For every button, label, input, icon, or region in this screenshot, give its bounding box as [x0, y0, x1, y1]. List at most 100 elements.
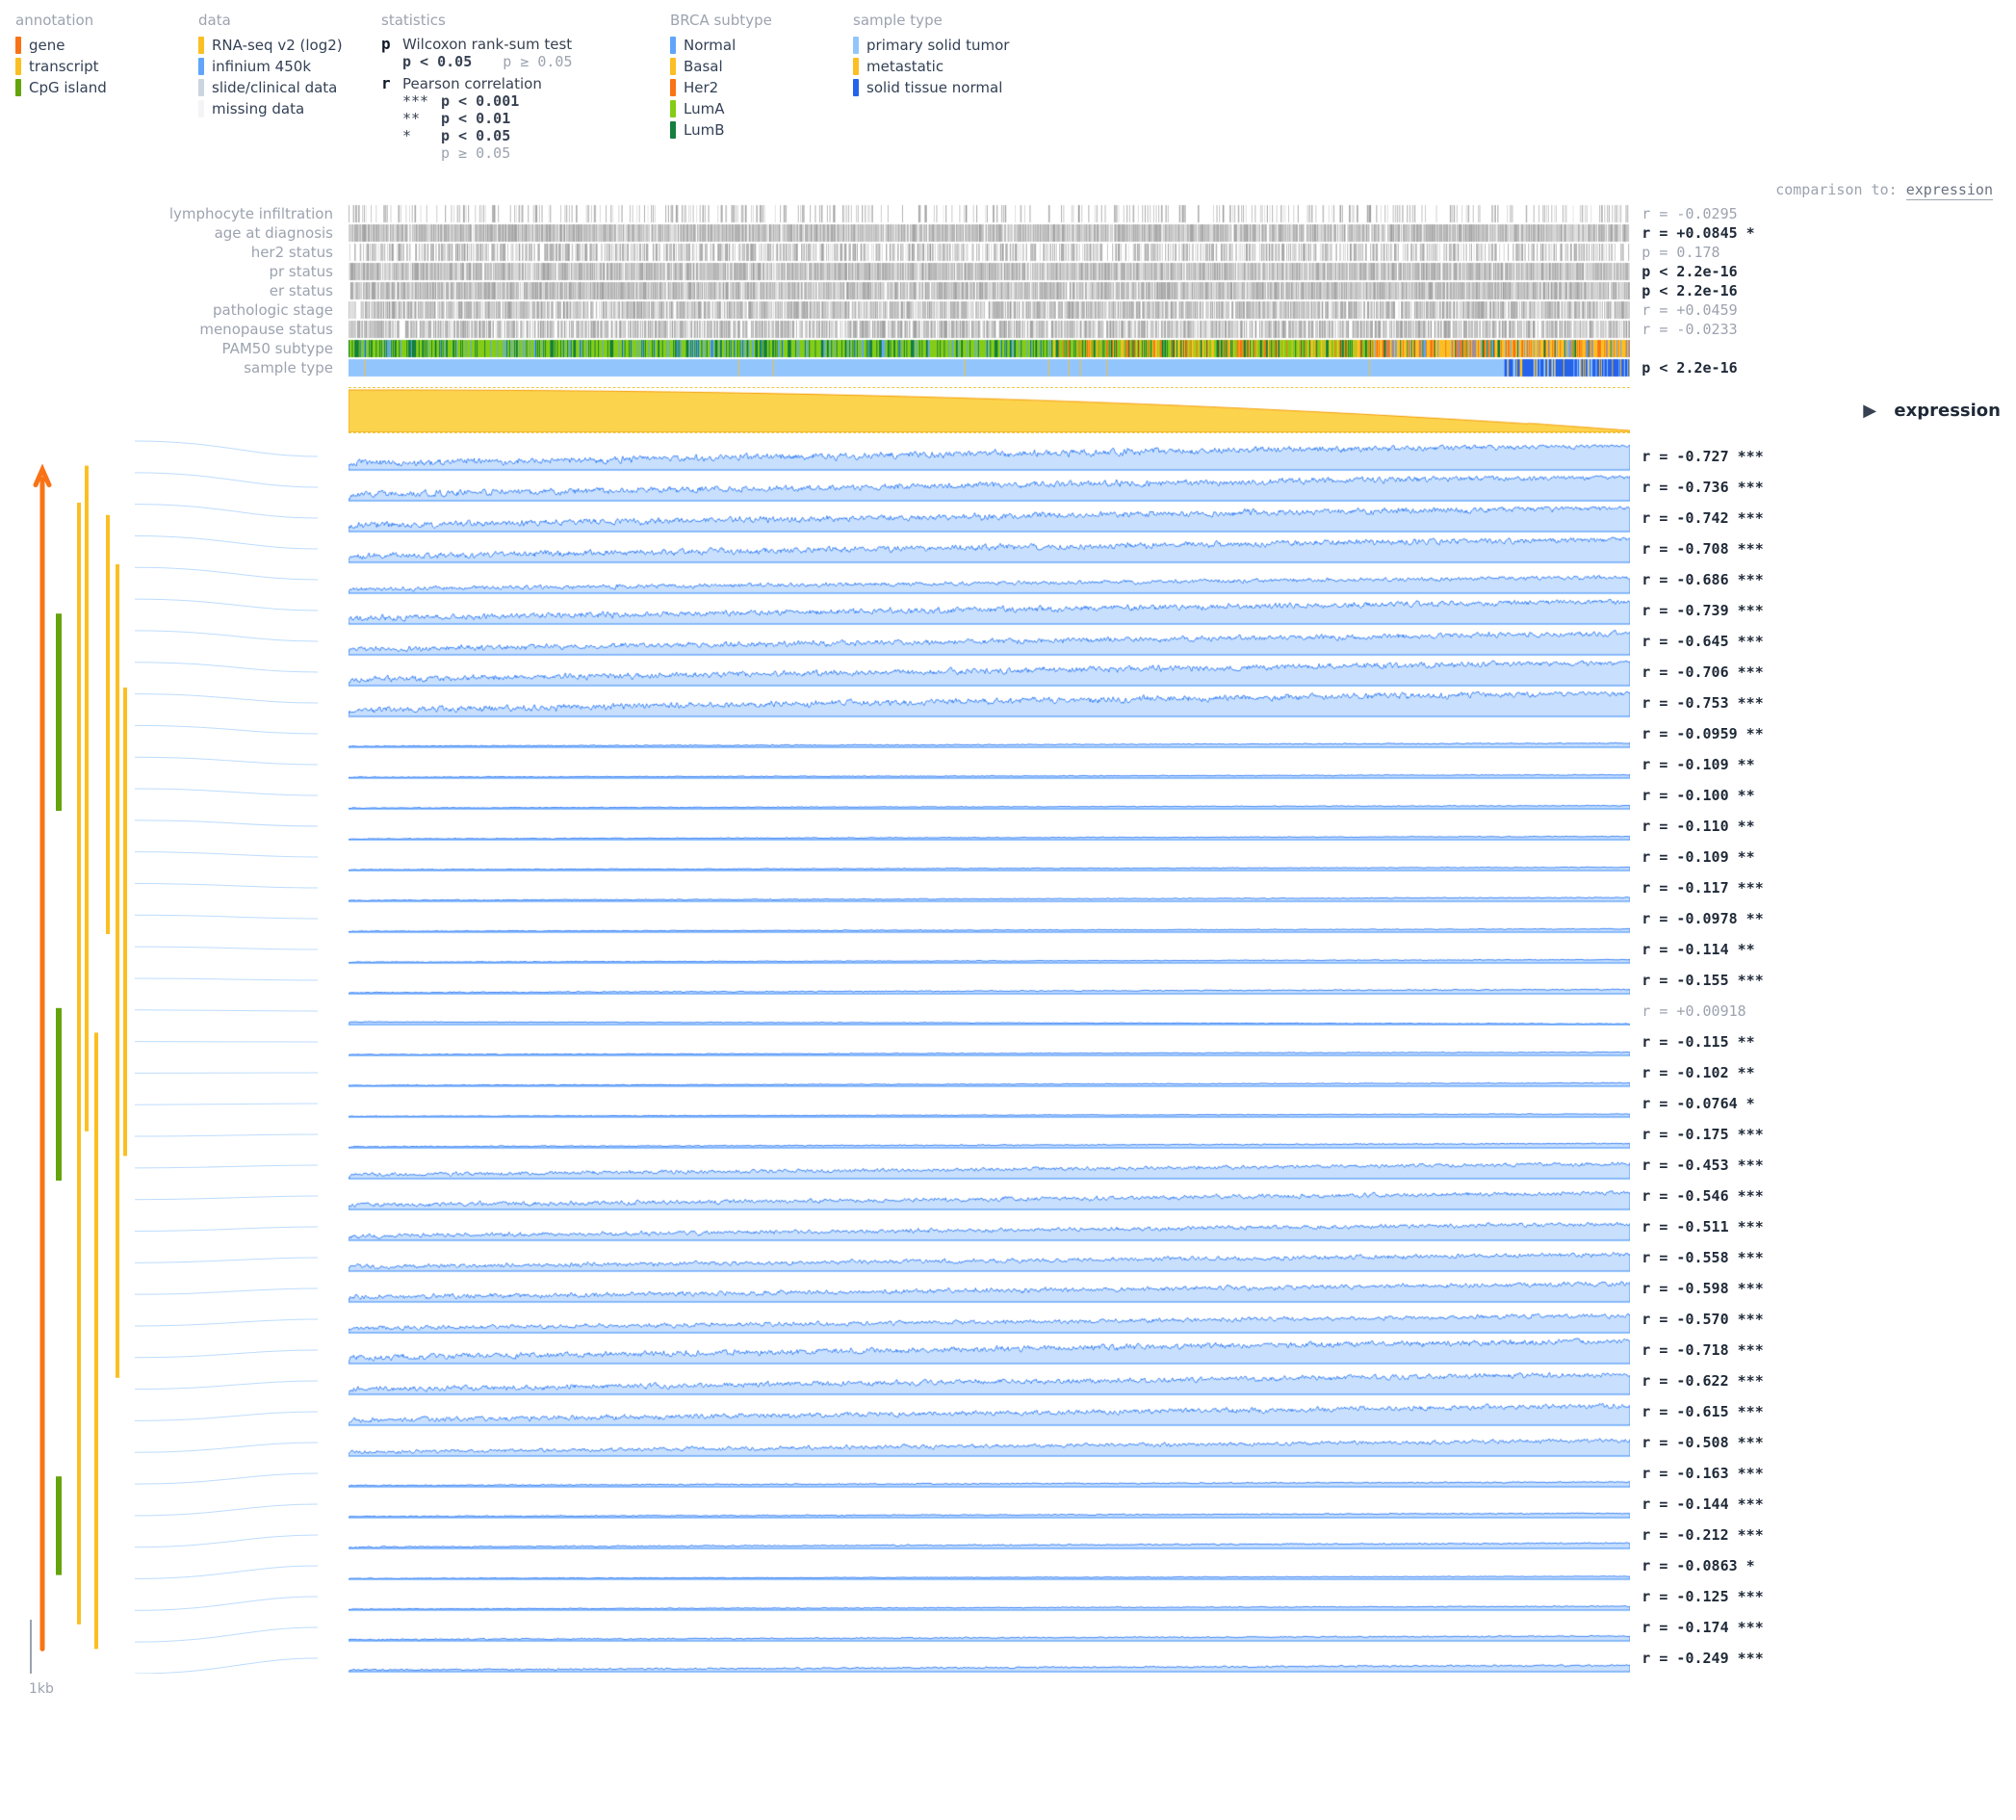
row-track — [349, 472, 1630, 503]
row-track — [349, 1643, 1630, 1674]
row-label: ▶ expression — [1863, 387, 2001, 433]
row-stat: r = -0.0295 — [1636, 204, 1857, 223]
row-stat: r = -0.598 *** — [1636, 1273, 1857, 1304]
legend-item: CpG island — [15, 77, 160, 98]
cpg-island — [56, 1476, 62, 1574]
legend-statistics: statistics pWilcoxon rank-sum test p < 0… — [381, 12, 632, 162]
row-stat: r = -0.0764 * — [1636, 1088, 1857, 1119]
transcript-track — [123, 688, 127, 1156]
row-track — [349, 688, 1630, 718]
legend-label: slide/clinical data — [212, 79, 337, 96]
legend-swatch — [853, 79, 859, 96]
row-stat: r = -0.115 ** — [1636, 1027, 1857, 1057]
transcript-track — [94, 1032, 98, 1649]
row-track — [349, 339, 1630, 358]
legend-swatch — [853, 58, 859, 75]
row-stat: r = -0.736 *** — [1636, 472, 1857, 503]
connector-line — [135, 820, 318, 826]
legend-title: annotation — [15, 12, 160, 29]
connector-line — [135, 915, 318, 919]
row-stat: r = -0.508 *** — [1636, 1427, 1857, 1458]
legend-title: statistics — [381, 12, 632, 29]
row-stat: p = 0.178 — [1636, 243, 1857, 262]
legend-item: Normal — [670, 35, 814, 56]
row-stat: r = -0.727 *** — [1636, 441, 1857, 472]
legend-swatch — [670, 37, 676, 54]
row-track — [349, 996, 1630, 1027]
row-stat: r = -0.114 ** — [1636, 934, 1857, 965]
row-stat: r = -0.558 *** — [1636, 1242, 1857, 1273]
row-track — [349, 965, 1630, 996]
row-track — [349, 441, 1630, 472]
transcript-track — [106, 515, 110, 934]
connector-line — [135, 1412, 318, 1420]
connector-line — [135, 1258, 318, 1262]
legend-item: slide/clinical data — [198, 77, 343, 98]
legend-item: RNA-seq v2 (log2) — [198, 35, 343, 56]
row-stat: r = -0.109 ** — [1636, 842, 1857, 872]
legend-annotation: annotation genetranscript CpG island — [15, 12, 160, 162]
row-stat: r = -0.546 *** — [1636, 1181, 1857, 1211]
row-track — [349, 872, 1630, 903]
legend-swatch — [198, 58, 204, 75]
connector-line — [135, 1134, 318, 1136]
legend-title: sample type — [853, 12, 1009, 29]
row-track — [349, 1458, 1630, 1489]
row-stat — [1636, 339, 1857, 358]
row-track — [349, 281, 1630, 300]
connector-line — [135, 725, 318, 734]
legend-swatch — [853, 37, 859, 54]
row-stat: r = -0.686 *** — [1636, 564, 1857, 595]
transcript-track — [77, 503, 81, 1625]
legend-label: primary solid tumor — [866, 37, 1009, 54]
row-track — [349, 262, 1630, 281]
legend-swatch — [670, 100, 676, 117]
connector-line — [135, 1597, 318, 1610]
legend-label: CpG island — [29, 79, 107, 96]
connector-line — [135, 505, 318, 518]
row-stat: r = -0.144 *** — [1636, 1489, 1857, 1520]
row-track — [349, 1304, 1630, 1335]
connector-line — [135, 1443, 318, 1452]
row-stat: r = -0.125 *** — [1636, 1581, 1857, 1612]
connector-line — [135, 852, 318, 857]
connector-line — [135, 663, 318, 672]
visualisation: 1kb lymphocyte infiltrationr = -0.0295ag… — [15, 204, 2001, 1674]
legend-item: missing data — [198, 98, 343, 119]
row-stat: p < 2.2e-16 — [1636, 358, 1857, 377]
gene-track — [36, 470, 49, 1650]
legend-swatch — [198, 100, 204, 117]
scale-label: 1kb — [29, 1681, 54, 1697]
row-stat: r = -0.110 ** — [1636, 811, 1857, 842]
row-stat: r = -0.0233 — [1636, 320, 1857, 339]
connector-line — [135, 694, 318, 703]
legend-swatch — [670, 121, 676, 139]
play-icon[interactable]: ▶ — [1863, 401, 1876, 421]
row-track — [349, 749, 1630, 780]
row-stat: r = -0.100 ** — [1636, 780, 1857, 811]
row-track — [349, 780, 1630, 811]
row-track — [349, 387, 1630, 433]
legend-item: gene — [15, 35, 160, 56]
row-track — [349, 223, 1630, 243]
row-track — [349, 243, 1630, 262]
row-track — [349, 626, 1630, 657]
legend-item: transcript — [15, 56, 160, 77]
row-stat: r = -0.212 *** — [1636, 1520, 1857, 1550]
legend-item: infinium 450k — [198, 56, 343, 77]
row-stat: r = -0.739 *** — [1636, 595, 1857, 626]
row-stat: r = -0.708 *** — [1636, 533, 1857, 564]
row-track — [349, 1396, 1630, 1427]
connector-line — [135, 1350, 318, 1358]
connector-line — [135, 599, 318, 611]
comparison-target[interactable]: expression — [1906, 181, 1993, 200]
connector-line — [135, 1535, 318, 1547]
connector-line — [135, 1473, 318, 1484]
row-stat: r = -0.706 *** — [1636, 657, 1857, 688]
row-stat: r = +0.0459 — [1636, 300, 1857, 320]
connector-line — [135, 1658, 318, 1674]
row-track — [349, 503, 1630, 533]
row-track — [349, 1181, 1630, 1211]
row-stat: r = -0.117 *** — [1636, 872, 1857, 903]
legend-data: data RNA-seq v2 (log2)infinium 450kslide… — [198, 12, 343, 162]
